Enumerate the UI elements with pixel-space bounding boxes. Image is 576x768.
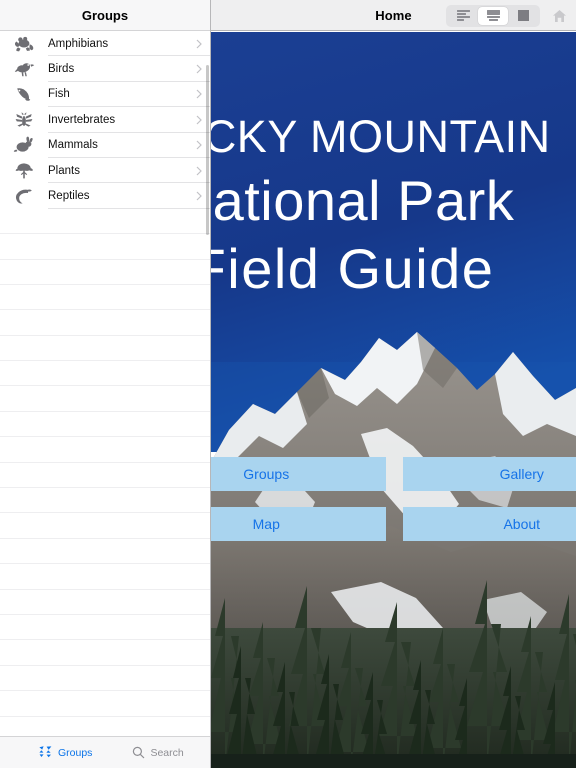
list-item [0, 666, 210, 692]
sidebar-item-invertebrates[interactable]: Invertebrates [0, 107, 210, 133]
hero-button-groups[interactable]: Groups [211, 457, 386, 491]
sidebar-scrollbar[interactable] [206, 65, 209, 235]
list-item [0, 285, 210, 311]
main-navigation-bar: Home [211, 0, 576, 31]
sidebar-navigation-bar: Groups [0, 0, 210, 31]
sidebar-item-mammals[interactable]: Mammals [0, 133, 210, 158]
segment-list-view[interactable] [448, 7, 478, 25]
sidebar-title: Groups [81, 7, 129, 23]
list-item [0, 691, 210, 717]
segment-full-view[interactable] [508, 7, 538, 25]
list-item [0, 336, 210, 362]
chevron-right-icon [188, 39, 210, 49]
sidebar-panel: Groups Amphibians Birds Fish Invertebrat… [0, 0, 211, 768]
list-item [0, 640, 210, 666]
hero-button-gallery[interactable]: Gallery [402, 457, 576, 491]
tab-search-label: Search [150, 746, 184, 759]
sidebar-item-birds[interactable]: Birds [0, 56, 210, 82]
full-view-icon [517, 10, 529, 21]
sidebar-item-label: Invertebrates [48, 113, 116, 126]
tab-groups[interactable]: Groups [38, 746, 92, 759]
sidebar-item-label: Fish [48, 88, 70, 101]
list-item [0, 437, 210, 463]
list-item [0, 386, 210, 412]
insect-icon [0, 111, 48, 129]
home-button[interactable] [548, 9, 570, 23]
hero-button-about[interactable]: About [402, 507, 576, 541]
list-view-icon [456, 10, 470, 21]
list-item [0, 260, 210, 285]
list-item [0, 564, 210, 590]
home-icon [552, 9, 566, 22]
rabbit-icon [0, 136, 48, 154]
sidebar-item-fish[interactable]: Fish [0, 82, 210, 108]
search-icon [133, 746, 145, 759]
list-item [0, 513, 210, 539]
hero-banner: ROCKY MOUNTAIN National Park Field Guide… [211, 32, 576, 768]
sidebar-item-label: Birds [48, 63, 75, 76]
sidebar-item-label: Reptiles [48, 190, 90, 203]
tab-search[interactable]: Search [132, 746, 184, 759]
groups-icon [39, 746, 52, 758]
list-item [0, 590, 210, 615]
view-mode-segmented-control[interactable] [446, 4, 540, 27]
bird-icon [0, 60, 48, 78]
sidebar-item-plants[interactable]: Plants [0, 158, 210, 184]
segment-split-view[interactable] [478, 6, 508, 25]
navbar-right-controls [446, 0, 570, 31]
list-item [0, 361, 210, 387]
sidebar-item-amphibians[interactable]: Amphibians [0, 31, 210, 57]
app-root: ROCKY MOUNTAIN National Park Field Guide… [0, 0, 576, 768]
list-item [0, 615, 210, 641]
sidebar-group-list[interactable]: Amphibians Birds Fish Invertebrates Mamm… [0, 31, 210, 736]
list-item [0, 234, 210, 260]
sidebar-item-reptiles[interactable]: Reptiles [0, 183, 210, 209]
tab-groups-label: Groups [58, 746, 93, 759]
sidebar-item-label: Plants [48, 164, 80, 177]
list-item [0, 488, 210, 514]
sidebar-bottom-toolbar: Groups Search [0, 736, 210, 768]
hero-button-map[interactable]: Map [211, 507, 386, 541]
sidebar-item-label: Mammals [48, 139, 98, 152]
list-item [0, 412, 210, 438]
sidebar-item-label: Amphibians [48, 37, 109, 50]
fish-icon [0, 85, 48, 103]
split-view-icon [486, 10, 500, 21]
list-item [0, 310, 210, 336]
list-item [0, 209, 210, 235]
frog-icon [0, 35, 48, 53]
tree-icon [0, 162, 48, 180]
mountain-photo [211, 32, 576, 768]
list-item [0, 463, 210, 489]
list-item [0, 539, 210, 565]
hero-button-grid: Groups Gallery Map About [211, 457, 576, 541]
lizard-icon [0, 187, 48, 205]
